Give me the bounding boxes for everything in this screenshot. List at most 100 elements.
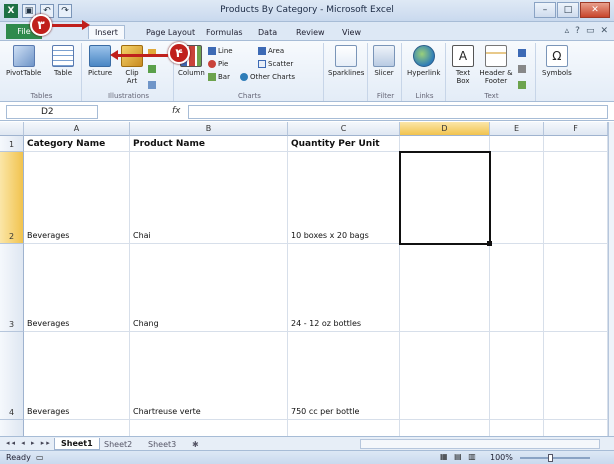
column-chart-label: Column bbox=[178, 69, 205, 77]
column-header-a[interactable]: A bbox=[24, 122, 130, 136]
minimize-ribbon-icon[interactable]: ▵ bbox=[565, 26, 570, 36]
cell-f4[interactable] bbox=[544, 332, 608, 420]
column-header-b[interactable]: B bbox=[130, 122, 288, 136]
cell-f5[interactable] bbox=[544, 420, 608, 436]
smartart-button[interactable] bbox=[148, 65, 156, 73]
sheet-tab-sheet2[interactable]: Sheet2 bbox=[98, 438, 138, 450]
cell-c3[interactable]: 24 - 12 oz bottles bbox=[288, 244, 400, 332]
name-box[interactable]: D2 bbox=[6, 105, 98, 119]
minimize-button[interactable]: – bbox=[534, 2, 556, 18]
sheet-tab-bar: ◂◂ ◂ ▸ ▸▸ Sheet1 Sheet2 Sheet3 ✱ bbox=[0, 436, 614, 450]
cell-b3[interactable]: Chang bbox=[130, 244, 288, 332]
area-chart-label: Area bbox=[268, 47, 285, 55]
cell-d3[interactable] bbox=[400, 244, 490, 332]
row-header-4[interactable]: 4 bbox=[0, 332, 24, 420]
macro-record-icon[interactable]: ▭ bbox=[36, 453, 44, 462]
text-box-button[interactable]: A Text Box bbox=[452, 45, 474, 85]
cell-a2[interactable]: Beverages bbox=[24, 152, 130, 244]
cell-e3[interactable] bbox=[490, 244, 544, 332]
hyperlink-button[interactable]: Hyperlink bbox=[407, 45, 440, 77]
cell-b5[interactable] bbox=[130, 420, 288, 436]
object-button[interactable] bbox=[518, 81, 526, 89]
cell-f1[interactable] bbox=[544, 136, 608, 152]
table-button[interactable]: Table bbox=[52, 45, 74, 77]
sheet-tab-sheet1[interactable]: Sheet1 bbox=[54, 438, 100, 450]
clip-art-button[interactable]: Clip Art bbox=[120, 45, 144, 85]
column-header-e[interactable]: E bbox=[490, 122, 544, 136]
symbols-label: Symbols bbox=[542, 69, 572, 77]
cell-c2[interactable]: 10 boxes x 20 bags bbox=[288, 152, 400, 244]
cell-c1[interactable]: Quantity Per Unit bbox=[288, 136, 400, 152]
cell-f2[interactable] bbox=[544, 152, 608, 244]
formula-input[interactable] bbox=[188, 105, 608, 119]
cell-c4[interactable]: 750 cc per bottle bbox=[288, 332, 400, 420]
signature-line-button[interactable] bbox=[518, 65, 526, 73]
horizontal-scrollbar[interactable] bbox=[360, 439, 600, 449]
close-workbook-icon[interactable]: ✕ bbox=[600, 26, 608, 36]
zoom-slider[interactable] bbox=[520, 457, 590, 459]
picture-button[interactable]: Picture bbox=[88, 45, 112, 77]
cell-f3[interactable] bbox=[544, 244, 608, 332]
screenshot-button[interactable] bbox=[148, 81, 156, 89]
tab-insert[interactable]: Insert bbox=[88, 25, 125, 39]
cell-e1[interactable] bbox=[490, 136, 544, 152]
column-header-f[interactable]: F bbox=[544, 122, 608, 136]
zoom-level[interactable]: 100% bbox=[490, 453, 513, 462]
tab-formulas[interactable]: Formulas bbox=[200, 25, 249, 39]
pivottable-button[interactable]: PivotTable bbox=[6, 45, 41, 77]
header-footer-button[interactable]: Header & Footer bbox=[478, 45, 514, 85]
scatter-chart-button[interactable]: Scatter bbox=[258, 60, 293, 68]
row-header-2[interactable]: 2 bbox=[0, 152, 24, 244]
close-button[interactable]: ✕ bbox=[580, 2, 610, 18]
row-header-3[interactable]: 3 bbox=[0, 244, 24, 332]
cell-e2[interactable] bbox=[490, 152, 544, 244]
select-all-corner[interactable] bbox=[0, 122, 24, 136]
insert-sheet-icon[interactable]: ✱ bbox=[186, 438, 205, 450]
cell-a5[interactable] bbox=[24, 420, 130, 436]
cell-a4[interactable]: Beverages bbox=[24, 332, 130, 420]
cell-a1[interactable]: Category Name bbox=[24, 136, 130, 152]
fill-handle[interactable] bbox=[487, 241, 492, 246]
tab-data[interactable]: Data bbox=[252, 25, 283, 39]
table-label: Table bbox=[53, 69, 73, 77]
cell-c5[interactable] bbox=[288, 420, 400, 436]
sheet-nav-arrows-icon[interactable]: ◂◂ ◂ ▸ ▸▸ bbox=[6, 439, 52, 447]
sheet-tab-sheet3[interactable]: Sheet3 bbox=[142, 438, 182, 450]
row-header-1[interactable]: 1 bbox=[0, 136, 24, 152]
area-chart-button[interactable]: Area bbox=[258, 47, 284, 55]
tab-page-layout[interactable]: Page Layout bbox=[140, 25, 201, 39]
insert-function-icon[interactable]: fx bbox=[172, 106, 181, 116]
line-chart-button[interactable]: Line bbox=[208, 47, 233, 55]
symbols-button[interactable]: Ω Symbols bbox=[542, 45, 572, 77]
help-icon[interactable]: ? bbox=[575, 26, 580, 36]
zoom-slider-knob[interactable] bbox=[548, 454, 553, 462]
cell-b1[interactable]: Product Name bbox=[130, 136, 288, 152]
cell-b2[interactable]: Chai bbox=[130, 152, 288, 244]
tab-view[interactable]: View bbox=[336, 25, 367, 39]
slicer-button[interactable]: Slicer bbox=[373, 45, 395, 77]
bar-chart-button[interactable]: Bar bbox=[208, 73, 230, 81]
tab-review[interactable]: Review bbox=[290, 25, 331, 39]
text-box-icon: A bbox=[452, 45, 474, 67]
worksheet-grid[interactable]: A B C D E F 1 Category Name Product Name… bbox=[0, 122, 608, 436]
view-mode-icons[interactable]: ▦ ▤ ▥ bbox=[440, 452, 478, 461]
restore-icon[interactable]: ▭ bbox=[586, 26, 595, 36]
row-header-5[interactable] bbox=[0, 420, 24, 436]
pie-chart-button[interactable]: Pie bbox=[208, 60, 228, 68]
cell-d4[interactable] bbox=[400, 332, 490, 420]
cell-e5[interactable] bbox=[490, 420, 544, 436]
cell-b4[interactable]: Chartreuse verte bbox=[130, 332, 288, 420]
cell-d5[interactable] bbox=[400, 420, 490, 436]
cell-a3[interactable]: Beverages bbox=[24, 244, 130, 332]
other-charts-label: Other Charts bbox=[250, 73, 295, 81]
other-charts-button[interactable]: Other Charts bbox=[240, 73, 295, 81]
column-header-c[interactable]: C bbox=[288, 122, 400, 136]
cell-e4[interactable] bbox=[490, 332, 544, 420]
sparklines-button[interactable]: Sparklines bbox=[328, 45, 364, 77]
column-header-d[interactable]: D bbox=[400, 122, 490, 136]
maximize-button[interactable]: □ bbox=[557, 2, 579, 18]
status-bar: Ready ▭ ▦ ▤ ▥ 100% bbox=[0, 450, 614, 464]
cell-d1[interactable] bbox=[400, 136, 490, 152]
wordart-button[interactable] bbox=[518, 49, 526, 57]
vertical-scrollbar[interactable] bbox=[608, 122, 614, 436]
